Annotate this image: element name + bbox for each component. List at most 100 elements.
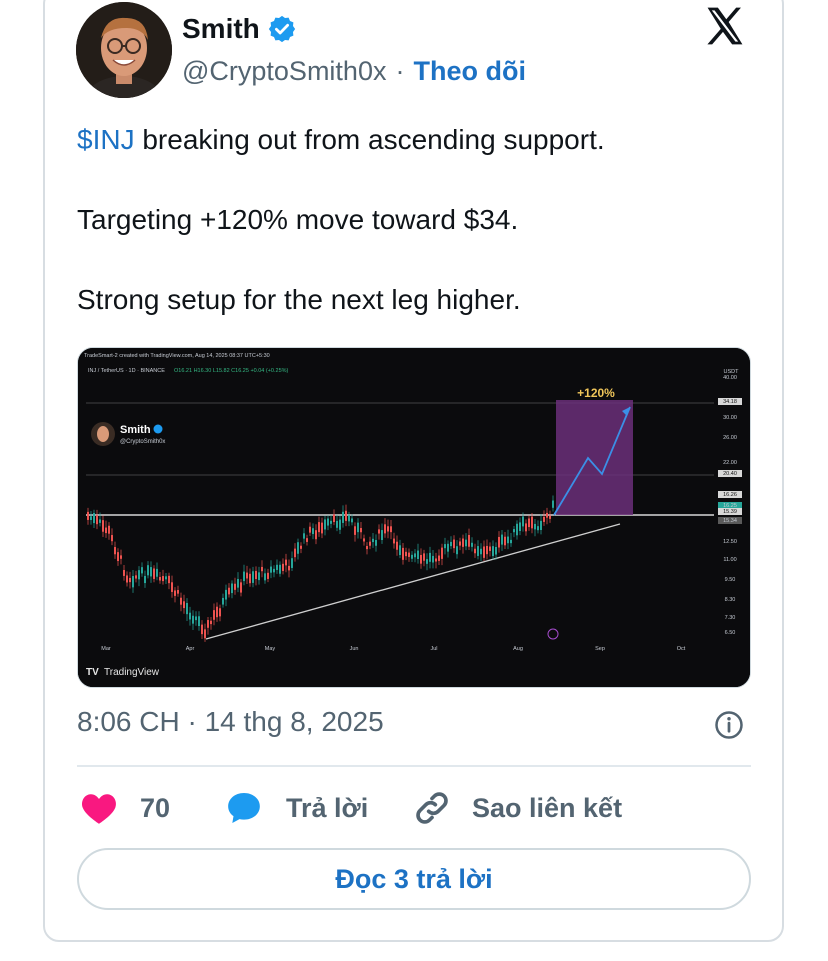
candle-body bbox=[90, 516, 92, 521]
candle-body bbox=[222, 597, 224, 605]
candle-body bbox=[423, 553, 425, 561]
candle-body bbox=[237, 578, 239, 588]
avatar-image bbox=[76, 2, 172, 98]
price-tick-label: 11.00 bbox=[723, 557, 736, 563]
candle-body bbox=[138, 570, 140, 580]
candle-body bbox=[285, 559, 287, 566]
candle-body bbox=[510, 539, 512, 544]
candle-body bbox=[312, 528, 314, 535]
candle-body bbox=[141, 567, 143, 574]
separator-dot: · bbox=[395, 55, 405, 86]
candle-body bbox=[231, 583, 233, 594]
candle-body bbox=[453, 539, 455, 549]
price-tick-label: 40.00 bbox=[723, 375, 737, 381]
chart-image[interactable]: TradeSmart-2 created with TradingView.co… bbox=[77, 347, 751, 688]
tweet-text-line-1-rest: breaking out from ascending support. bbox=[134, 124, 605, 155]
candle-body bbox=[396, 541, 398, 550]
candle-body bbox=[288, 565, 290, 571]
candle-body bbox=[270, 566, 272, 573]
currency-label: USDT bbox=[724, 369, 740, 375]
candle-body bbox=[327, 518, 329, 526]
candle-body bbox=[381, 530, 383, 540]
cashtag-link[interactable]: $INJ bbox=[77, 124, 135, 155]
candle-body bbox=[375, 540, 377, 546]
chart-ohlc-text: O16.21 H16.30 L15.82 C16.25 +0.04 (+0.25… bbox=[174, 368, 289, 374]
candle-body bbox=[372, 538, 374, 543]
candle-body bbox=[303, 533, 305, 539]
price-tick-label: 9.50 bbox=[725, 577, 736, 583]
candle-body bbox=[123, 569, 125, 576]
candle-body bbox=[150, 567, 152, 577]
price-tick-label: 26.00 bbox=[723, 435, 737, 441]
candle-body bbox=[297, 542, 299, 554]
heart-icon bbox=[82, 794, 116, 824]
candle-body bbox=[516, 523, 518, 536]
target-zone bbox=[556, 400, 633, 515]
candle-body bbox=[147, 565, 149, 576]
candle-body bbox=[552, 500, 554, 508]
time-tick-label: Apr bbox=[186, 646, 195, 652]
candle-body bbox=[318, 522, 320, 533]
follow-button[interactable]: Theo dõi bbox=[413, 56, 525, 87]
candle-body bbox=[468, 534, 470, 547]
candle-body bbox=[390, 526, 392, 533]
candle-body bbox=[183, 601, 185, 609]
candle-body bbox=[525, 523, 527, 532]
watermark-name: Smith bbox=[120, 424, 151, 436]
candle-body bbox=[435, 558, 437, 562]
price-tick-label: 30.00 bbox=[723, 415, 737, 421]
candle-body bbox=[177, 590, 179, 594]
candle-body bbox=[522, 516, 524, 527]
avatar[interactable] bbox=[76, 2, 172, 98]
candle-body bbox=[165, 576, 167, 580]
candle-body bbox=[261, 566, 263, 572]
candle-body bbox=[153, 568, 155, 579]
x-logo-icon[interactable] bbox=[702, 4, 748, 48]
price-tick-label: 8.30 bbox=[725, 597, 736, 603]
candle-body bbox=[129, 577, 131, 583]
time-tick-label: Oct bbox=[677, 646, 686, 652]
price-tick-label: 6.50 bbox=[725, 630, 736, 636]
like-action[interactable]: 70 bbox=[80, 786, 170, 830]
price-tick-label: 34.18 bbox=[723, 399, 737, 405]
candle-body bbox=[267, 572, 269, 579]
candle-body bbox=[291, 558, 293, 568]
candle-body bbox=[360, 528, 362, 533]
verified-badge-icon bbox=[268, 15, 295, 43]
candle-body bbox=[492, 546, 494, 557]
candle-body bbox=[306, 538, 308, 542]
candle-body bbox=[168, 575, 170, 584]
candle-body bbox=[321, 522, 323, 534]
candle-body bbox=[420, 554, 422, 564]
copy-link-action[interactable]: Sao liên kết bbox=[412, 786, 622, 830]
read-replies-button[interactable]: Đọc 3 trả lời bbox=[77, 848, 751, 910]
candle-body bbox=[534, 523, 536, 530]
author-name[interactable]: Smith bbox=[182, 13, 260, 45]
candle-body bbox=[195, 616, 197, 621]
candle-body bbox=[444, 544, 446, 549]
chart-svg: TradeSmart-2 created with TradingView.co… bbox=[78, 348, 750, 687]
time-tick-label: Mar bbox=[101, 646, 111, 652]
info-icon[interactable] bbox=[714, 710, 744, 740]
candle-body bbox=[399, 545, 401, 556]
author-handle[interactable]: @CryptoSmith0x bbox=[182, 56, 386, 87]
candle-body bbox=[87, 511, 89, 520]
candle-body bbox=[180, 597, 182, 605]
candle-body bbox=[474, 548, 476, 554]
price-tick-label: 12.50 bbox=[723, 539, 737, 545]
tweet-timestamp[interactable]: 8:06 CH · 14 thg 8, 2025 bbox=[77, 706, 384, 738]
candle-body bbox=[495, 546, 497, 555]
candle-body bbox=[345, 510, 347, 521]
candle-body bbox=[477, 546, 479, 556]
candle-body bbox=[513, 529, 515, 533]
candle-body bbox=[186, 603, 188, 615]
candle-body bbox=[246, 572, 248, 579]
reply-action[interactable]: Trả lời bbox=[224, 786, 368, 830]
time-tick-label: Aug bbox=[513, 646, 523, 652]
candle-body bbox=[465, 539, 467, 547]
candle-body bbox=[192, 615, 194, 624]
candle-body bbox=[507, 536, 509, 544]
candle-body bbox=[99, 519, 101, 523]
candle-body bbox=[96, 515, 98, 525]
candle-body bbox=[519, 522, 521, 531]
